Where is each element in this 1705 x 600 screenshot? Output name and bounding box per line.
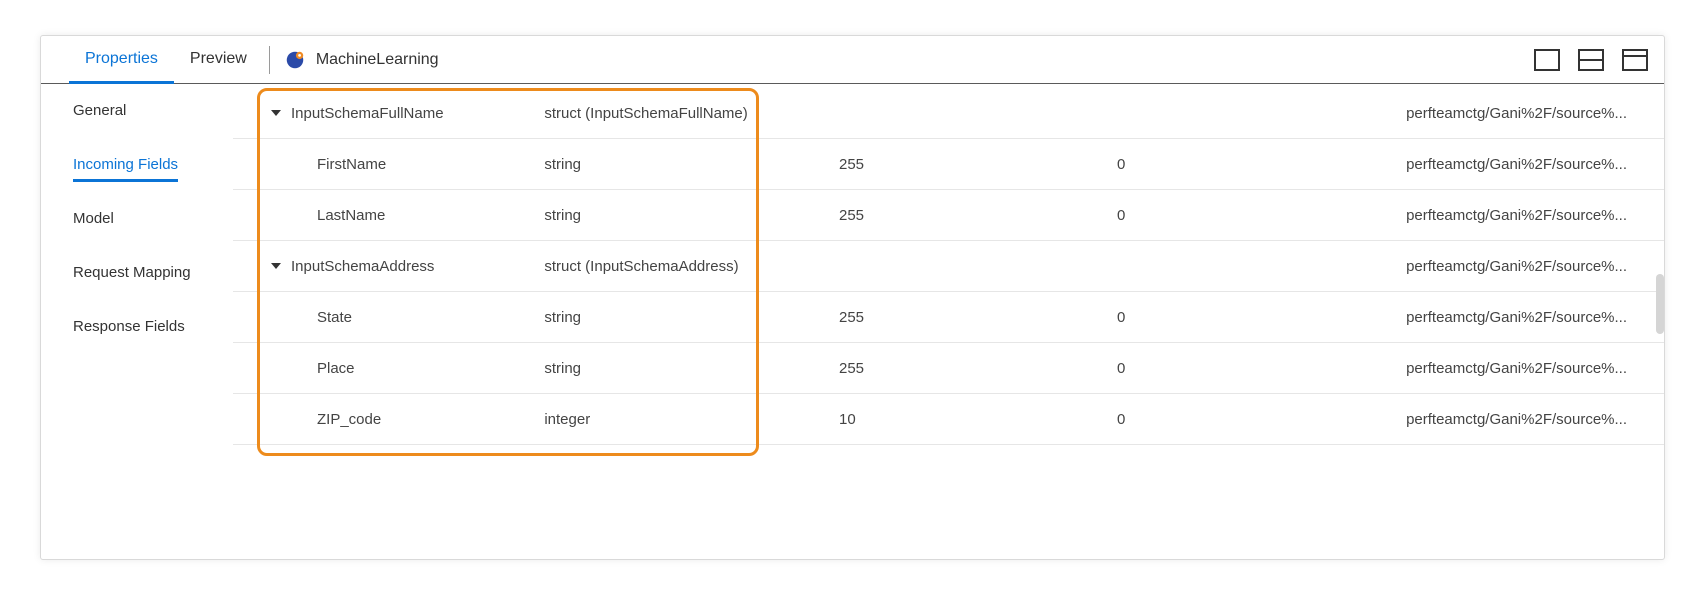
field-name: InputSchemaFullName bbox=[291, 105, 444, 122]
sidebar-item-response-fields[interactable]: Response Fields bbox=[73, 318, 185, 344]
field-path: perfteamctg/Gani%2F/source%... bbox=[1396, 343, 1664, 393]
field-type: struct (InputSchemaAddress) bbox=[544, 241, 800, 291]
field-precision: 255 bbox=[829, 139, 1079, 189]
sidebar-item-label: Request Mapping bbox=[73, 264, 191, 281]
machine-learning-icon bbox=[284, 49, 306, 71]
field-scale: 0 bbox=[1107, 139, 1367, 189]
field-precision bbox=[829, 241, 1079, 291]
field-path: perfteamctg/Gani%2F/source%... bbox=[1396, 88, 1664, 138]
field-path: perfteamctg/Gani%2F/source%... bbox=[1396, 139, 1664, 189]
field-precision: 255 bbox=[829, 343, 1079, 393]
table-row[interactable]: InputSchemaFullName struct (InputSchemaFu… bbox=[233, 88, 1664, 139]
field-type: struct (InputSchemaFullName) bbox=[544, 88, 800, 138]
field-scale: 0 bbox=[1107, 190, 1367, 240]
field-scale: 0 bbox=[1107, 343, 1367, 393]
field-path: perfteamctg/Gani%2F/source%... bbox=[1396, 190, 1664, 240]
field-name: State bbox=[317, 309, 352, 326]
sidebar-item-incoming-fields[interactable]: Incoming Fields bbox=[73, 156, 178, 182]
tab-properties[interactable]: Properties bbox=[69, 37, 174, 84]
field-name: LastName bbox=[317, 207, 385, 224]
field-scale: 0 bbox=[1107, 394, 1367, 444]
fields-table: InputSchemaFullName struct (InputSchemaFu… bbox=[233, 88, 1664, 445]
field-precision: 255 bbox=[829, 190, 1079, 240]
sidebar-item-label: Incoming Fields bbox=[73, 156, 178, 173]
field-precision: 255 bbox=[829, 292, 1079, 342]
field-type: string bbox=[544, 343, 800, 393]
sidebar-item-label: Model bbox=[73, 210, 114, 227]
sidebar-item-request-mapping[interactable]: Request Mapping bbox=[73, 264, 191, 290]
view-window-icon[interactable] bbox=[1622, 49, 1648, 71]
field-type: string bbox=[544, 292, 800, 342]
table-row[interactable]: ZIP_code integer 10 0 perfteamctg/Gani%2F/so… bbox=[233, 394, 1664, 445]
topbar: Properties Preview MachineLearning bbox=[41, 36, 1664, 84]
field-name: Place bbox=[317, 360, 355, 377]
content-area: InputSchemaFullName struct (InputSchemaFu… bbox=[233, 84, 1664, 559]
tab-label: Properties bbox=[85, 50, 158, 68]
field-path: perfteamctg/Gani%2F/source%... bbox=[1396, 241, 1664, 291]
object-name: MachineLearning bbox=[316, 51, 439, 69]
view-icons bbox=[1534, 49, 1648, 71]
tab-label: Preview bbox=[190, 50, 247, 68]
table-row[interactable]: FirstName string 255 0 perfteamctg/Gani%2F/s… bbox=[233, 139, 1664, 190]
sidebar-item-label: General bbox=[73, 102, 126, 119]
field-name: FirstName bbox=[317, 156, 386, 173]
divider bbox=[269, 46, 270, 74]
properties-panel: Properties Preview MachineLearning bbox=[40, 35, 1665, 560]
sidebar: General Incoming Fields Model Request Ma… bbox=[41, 84, 233, 559]
field-type: integer bbox=[544, 394, 800, 444]
field-name: InputSchemaAddress bbox=[291, 258, 434, 275]
field-precision bbox=[829, 88, 1079, 138]
view-split-horizontal-icon[interactable] bbox=[1578, 49, 1604, 71]
panel-body: General Incoming Fields Model Request Ma… bbox=[41, 84, 1664, 559]
chevron-down-icon[interactable] bbox=[271, 263, 281, 269]
view-bottom-panel-icon[interactable] bbox=[1534, 49, 1560, 71]
field-scale bbox=[1107, 241, 1367, 291]
chevron-down-icon[interactable] bbox=[271, 110, 281, 116]
field-path: perfteamctg/Gani%2F/source%... bbox=[1396, 292, 1664, 342]
table-row[interactable]: Place string 255 0 perfteamctg/Gani%2F/sourc… bbox=[233, 343, 1664, 394]
table-row[interactable]: InputSchemaAddress struct (InputSchemaAdd… bbox=[233, 241, 1664, 292]
field-type: string bbox=[544, 139, 800, 189]
table-row[interactable]: LastName string 255 0 perfteamctg/Gani%2F/so… bbox=[233, 190, 1664, 241]
field-precision: 10 bbox=[829, 394, 1079, 444]
object-label: MachineLearning bbox=[284, 49, 439, 71]
field-path: perfteamctg/Gani%2F/source%... bbox=[1396, 394, 1664, 444]
sidebar-item-general[interactable]: General bbox=[73, 102, 126, 128]
sidebar-item-model[interactable]: Model bbox=[73, 210, 114, 236]
sidebar-item-label: Response Fields bbox=[73, 318, 185, 335]
field-type: string bbox=[544, 190, 800, 240]
field-name: ZIP_code bbox=[317, 411, 381, 428]
field-scale: 0 bbox=[1107, 292, 1367, 342]
tab-preview[interactable]: Preview bbox=[174, 37, 263, 84]
scrollbar-thumb[interactable] bbox=[1656, 274, 1664, 334]
table-row[interactable]: State string 255 0 perfteamctg/Gani%2F/sourc… bbox=[233, 292, 1664, 343]
field-scale bbox=[1107, 88, 1367, 138]
tabs: Properties Preview bbox=[69, 36, 263, 83]
